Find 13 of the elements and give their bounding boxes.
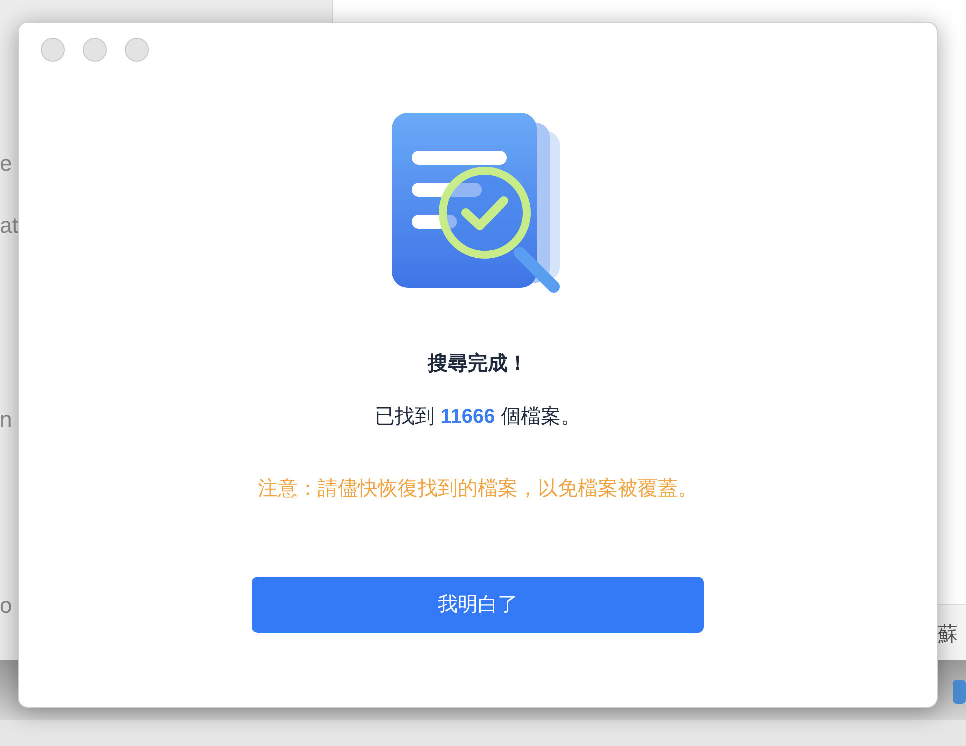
sidebar-text: o — [0, 592, 12, 620]
zoom-button[interactable] — [125, 38, 149, 62]
confirm-button[interactable]: 我明白了 — [252, 577, 704, 633]
sidebar-text: at — [0, 212, 18, 240]
warning-text: 注意：請儘快恢復找到的檔案，以免檔案被覆蓋。 — [258, 477, 698, 502]
panel-text: 蘇 — [938, 623, 958, 648]
minimize-button[interactable] — [83, 38, 107, 62]
sidebar-text: e — [0, 150, 12, 178]
folder-icon[interactable] — [953, 680, 966, 704]
dialog-heading: 搜尋完成！ — [428, 352, 528, 377]
close-button[interactable] — [41, 38, 65, 62]
result-text: 已找到 11666 個檔案。 — [375, 405, 581, 430]
sidebar-text: n — [0, 406, 12, 434]
